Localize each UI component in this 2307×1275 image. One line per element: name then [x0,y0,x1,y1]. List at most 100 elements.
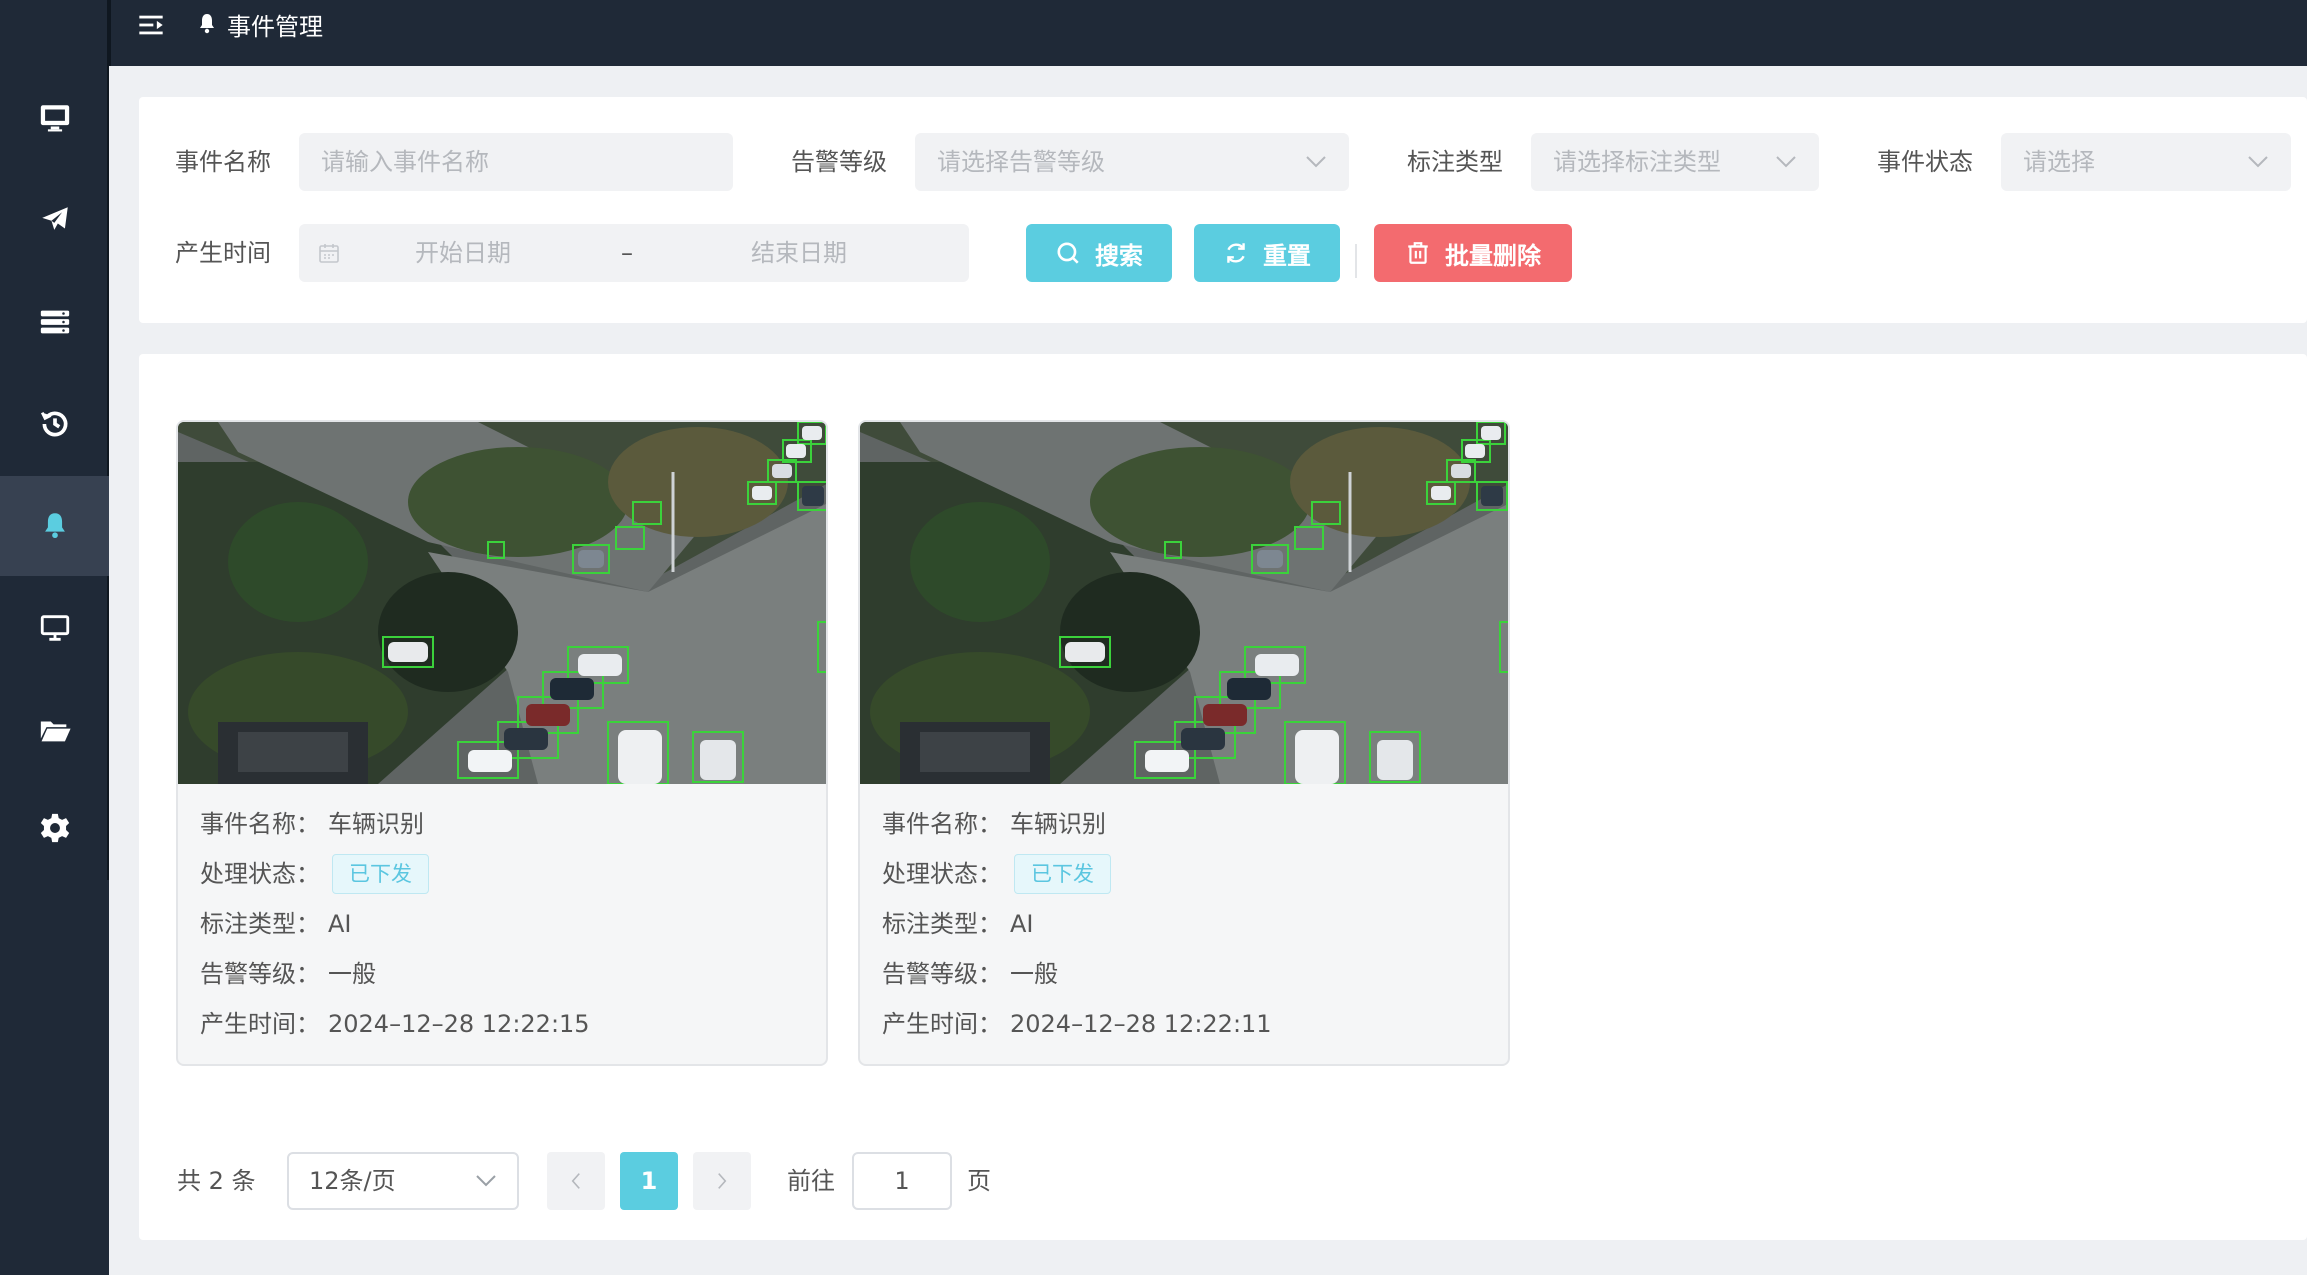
sidebar-item-events[interactable] [0,476,109,576]
alarm-level-placeholder: 请选择告警等级 [937,148,1105,176]
event-name-value: 车辆识别 [1010,810,1106,838]
alarm-level-select[interactable]: 请选择告警等级 [915,133,1349,191]
sidebar-item-monitor[interactable] [0,68,109,168]
gear-icon [40,813,69,843]
event-name-placeholder: 请输入事件名称 [321,148,489,176]
search-icon [1057,242,1079,264]
time-row: 产生时间： 2024–12–28 12:22:11 [882,1004,1272,1044]
aerial-photo [860,422,1508,784]
pagination-total: 共 2 条 [177,1167,256,1195]
trash-icon [1408,242,1428,264]
page-title-text: 事件管理 [227,12,323,41]
status-row: 处理状态： 已下发 [200,854,429,894]
filter-panel: 事件名称 请输入事件名称 告警等级 请选择告警等级 标注类型 请选择标注类型 事… [139,97,2307,323]
reset-button-label: 重置 [1263,241,1311,270]
mark-type-placeholder: 请选择标注类型 [1553,148,1721,176]
chevron-left-icon [571,1173,580,1189]
plane-icon [41,207,68,230]
alarm-level-key: 告警等级： [200,960,320,988]
event-card[interactable]: 事件名称： 车辆识别 处理状态： 已下发 标注类型： AI 告警等级： 一般 产生时间：… [176,420,828,1066]
date-range-picker[interactable]: 开始日期 – 结束日期 [299,224,969,282]
chevron-down-icon [1776,156,1796,168]
time-key: 产生时间： [200,1010,320,1038]
status-row: 处理状态： 已下发 [882,854,1111,894]
search-button[interactable]: 搜索 [1026,224,1172,282]
sidebar-item-history[interactable] [0,374,109,474]
page-size-value: 12条/页 [309,1167,396,1195]
mark-type-value: AI [1010,910,1034,938]
event-card[interactable]: 事件名称： 车辆识别 处理状态： 已下发 标注类型： AI 告警等级： 一般 产生时间：… [858,420,1510,1066]
chevron-down-icon [476,1175,496,1187]
button-divider [1355,244,1357,278]
topbar: 事件管理 [109,0,2307,66]
alarm-level-row: 告警等级： 一般 [200,954,376,994]
prev-page-button[interactable] [547,1152,605,1210]
search-button-label: 搜索 [1095,241,1143,270]
event-name-value: 车辆识别 [328,810,424,838]
mark-type-value: AI [328,910,352,938]
sidebar-item-screen[interactable] [0,578,109,678]
alarm-level-row: 告警等级： 一般 [882,954,1058,994]
chevron-down-icon [2248,156,2268,168]
next-page-button[interactable] [693,1152,751,1210]
event-snapshot-image[interactable] [860,422,1508,784]
monitor-icon [40,105,69,132]
bell-icon [44,513,65,539]
status-badge: 已下发 [1014,854,1111,894]
alarm-level-value: 一般 [1010,960,1058,988]
mark-type-row: 标注类型： AI [882,904,1034,944]
chevron-down-icon [1306,156,1326,168]
event-status-label: 事件状态 [1877,148,1973,176]
status-badge: 已下发 [332,854,429,894]
sidebar-item-files[interactable] [0,680,109,780]
event-name-key: 事件名称： [200,810,320,838]
event-name-label: 事件名称 [175,148,271,176]
sidebar [0,0,109,1275]
time-key: 产生时间： [882,1010,1002,1038]
folder-open-icon [40,721,71,742]
time-row: 产生时间： 2024–12–28 12:22:15 [200,1004,590,1044]
end-date-placeholder[interactable]: 结束日期 [751,224,847,282]
server-icon [40,310,69,334]
time-label: 产生时间 [175,239,271,267]
mark-type-select[interactable]: 请选择标注类型 [1531,133,1819,191]
date-range-separator: – [621,239,633,267]
sidebar-item-flight[interactable] [0,170,109,270]
alarm-level-label: 告警等级 [791,148,887,176]
mark-type-label: 标注类型 [1407,148,1503,176]
mark-type-key: 标注类型： [200,910,320,938]
reset-button[interactable]: 重置 [1194,224,1340,282]
sidebar-item-server[interactable] [0,272,109,372]
aerial-photo [178,422,826,784]
batch-delete-label: 批量删除 [1445,241,1541,270]
event-name-key: 事件名称： [882,810,1002,838]
goto-page-input[interactable]: 1 [852,1152,952,1210]
pagination: 共 2 条 12条/页 1 前往 1 页 [139,1152,1339,1210]
start-date-placeholder[interactable]: 开始日期 [415,224,511,282]
goto-label: 前往 [787,1167,835,1195]
mark-type-key: 标注类型： [882,910,1002,938]
event-status-placeholder: 请选择 [2023,148,2095,176]
alarm-level-key: 告警等级： [882,960,1002,988]
alarm-level-value: 一般 [328,960,376,988]
time-value: 2024–12–28 12:22:15 [328,1010,590,1038]
calendar-icon [319,244,339,263]
event-name-input[interactable]: 请输入事件名称 [299,133,733,191]
mark-type-row: 标注类型： AI [200,904,352,944]
history-icon [40,411,67,437]
page-size-select[interactable]: 12条/页 [287,1152,519,1210]
batch-delete-button[interactable]: 批量删除 [1374,224,1572,282]
event-status-select[interactable]: 请选择 [2001,133,2291,191]
menu-toggle-button[interactable] [131,8,171,42]
chevron-right-icon [718,1173,727,1189]
event-snapshot-image[interactable] [178,422,826,784]
event-name-row: 事件名称： 车辆识别 [882,804,1106,844]
page-number-button[interactable]: 1 [620,1152,678,1210]
goto-unit-label: 页 [967,1167,991,1195]
page-title: 事件管理 [195,6,323,42]
sidebar-item-settings[interactable] [0,778,109,878]
event-name-row: 事件名称： 车辆识别 [200,804,424,844]
time-value: 2024–12–28 12:22:11 [1010,1010,1272,1038]
menu-fold-icon [139,15,163,35]
bell-icon [200,14,214,34]
